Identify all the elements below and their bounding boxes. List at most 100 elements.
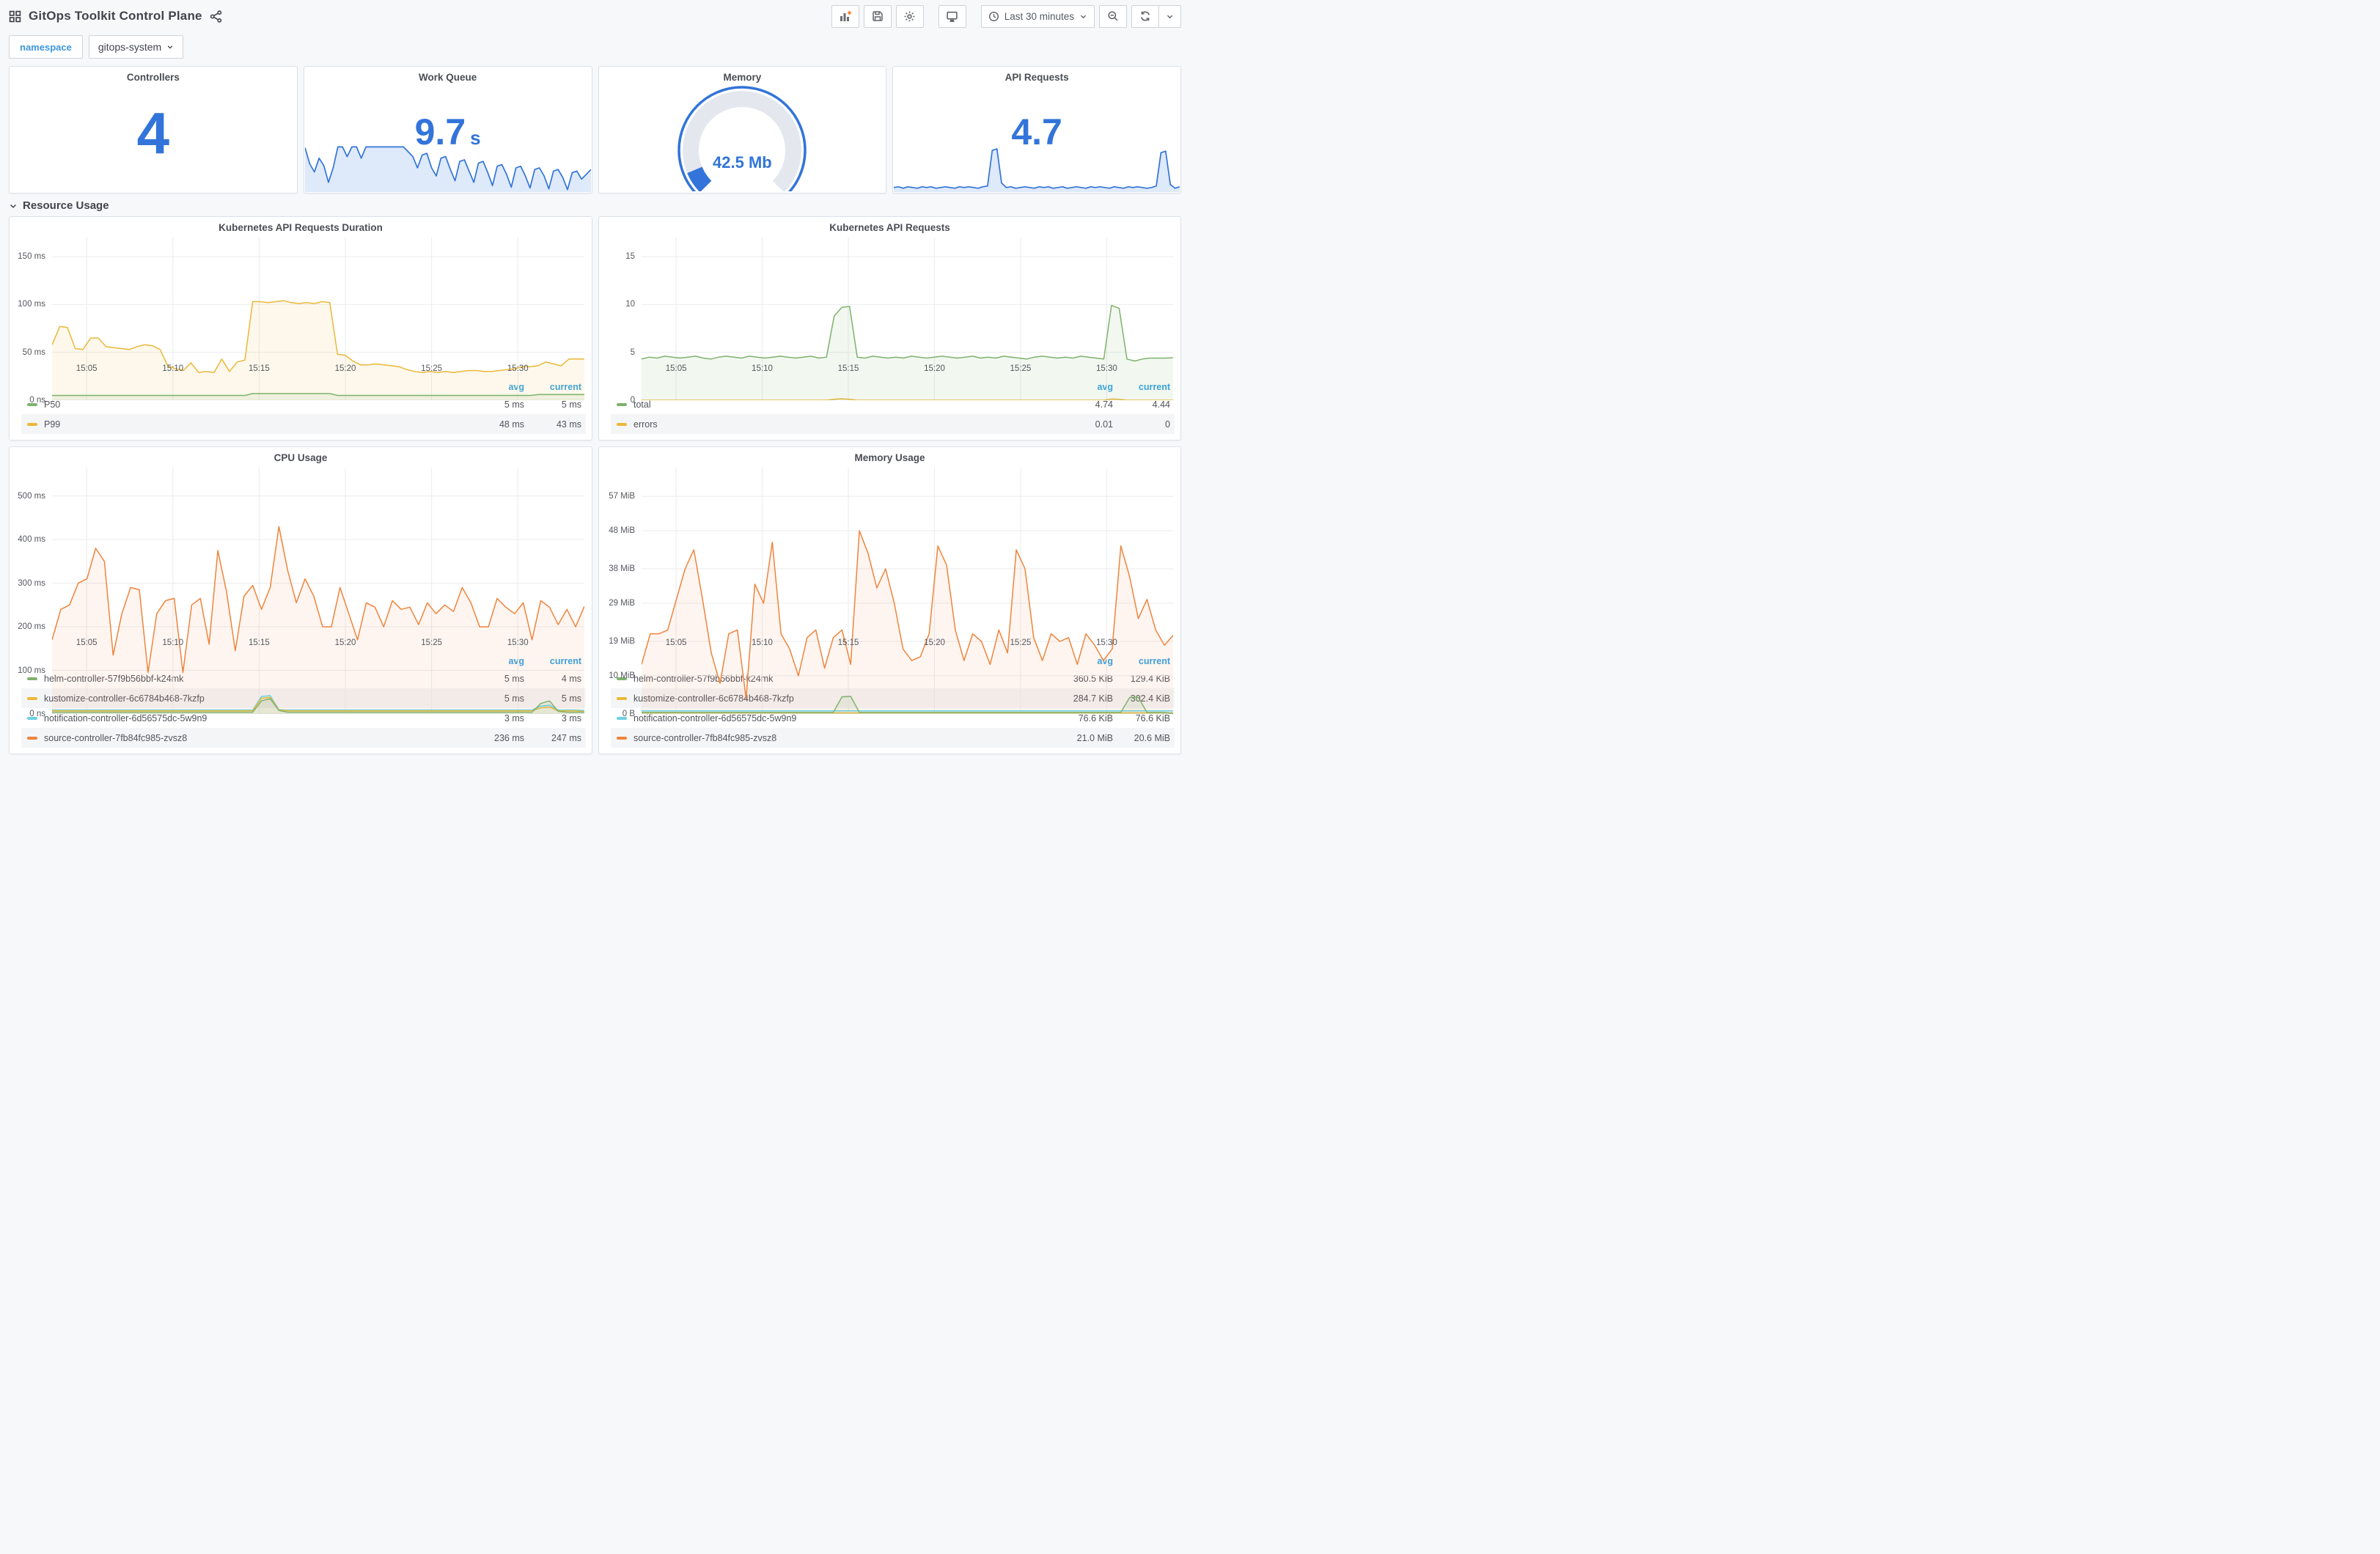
y-tick-label: 10 [625, 300, 635, 309]
y-tick-label: 10 MiB [609, 671, 635, 680]
legend-avg-value: 3 ms [504, 712, 524, 723]
api-requests-sparkline [894, 147, 1180, 192]
panel-title[interactable]: Work Queue [304, 67, 592, 83]
page-title: GitOps Toolkit Control Plane [29, 9, 202, 23]
y-axis: 500 ms 400 ms 300 ms 200 ms 100 ms 0 ns [10, 468, 52, 718]
charts-grid: Kubernetes API Requests Duration 150 ms 1… [0, 216, 1190, 760]
memory-gauge: 42.5 Mb [654, 83, 830, 191]
y-axis: 57 MiB 48 MiB 38 MiB 29 MiB 19 MiB 10 MiB 0 B [599, 468, 642, 718]
plot-area[interactable] [52, 237, 584, 400]
legend-series-name[interactable]: source-controller-7fb84fc985-zvsz8 [633, 733, 1047, 743]
tv-mode-button[interactable] [938, 4, 966, 28]
x-tick-label: 15:15 [837, 638, 859, 647]
clock-icon [988, 11, 999, 22]
chevron-down-icon [9, 202, 18, 210]
time-range-label: Last 30 minutes [1004, 10, 1074, 22]
x-axis: 15:05 15:10 15:15 15:20 15:25 15:30 [642, 362, 1173, 378]
legend-series-name[interactable]: P50 [44, 399, 458, 410]
panel-api-requests: API Requests 4.7 [892, 66, 1181, 194]
legend-current-value: 0 [1165, 419, 1170, 430]
y-axis: 150 ms 100 ms 50 ms 0 ns [10, 237, 52, 405]
plot-area[interactable] [642, 237, 1173, 400]
panel-memory: Memory 42.5 Mb [598, 66, 887, 194]
save-icon [872, 10, 884, 22]
row-title: Resource Usage [23, 199, 109, 212]
legend-series-name[interactable]: source-controller-7fb84fc985-zvsz8 [44, 733, 458, 743]
add-panel-button[interactable] [831, 4, 859, 28]
legend-avg-value: 0.01 [1095, 419, 1113, 430]
x-tick-label: 15:30 [507, 364, 529, 373]
apps-icon [9, 10, 21, 23]
x-tick-label: 15:05 [76, 638, 98, 647]
x-tick-label: 15:25 [421, 638, 443, 647]
variable-namespace-label[interactable]: namespace [9, 35, 83, 59]
y-tick-label: 0 ns [29, 396, 45, 405]
series-color-dash [27, 677, 37, 680]
legend-avg-value: 76.6 KiB [1078, 712, 1113, 723]
legend-row: errors 0.01 0 [611, 414, 1175, 434]
variable-namespace-value: gitops-system [98, 41, 162, 53]
y-tick-label: 5 [630, 347, 635, 357]
panel-memory-usage: Memory Usage 57 MiB 48 MiB 38 MiB 29 MiB 19 … [598, 446, 1181, 754]
time-range-picker[interactable]: Last 30 minutes [980, 4, 1095, 28]
y-tick-label: 19 MiB [609, 637, 635, 647]
legend-avg-value: 21.0 MiB [1076, 732, 1113, 743]
panel-title[interactable]: Kubernetes API Requests Duration [10, 217, 592, 233]
legend-series-name[interactable]: errors [633, 419, 1047, 430]
plot-area[interactable] [52, 468, 584, 714]
series-color-dash [617, 736, 627, 740]
dashboard-settings-button[interactable] [895, 4, 924, 28]
panel-title[interactable]: Memory Usage [599, 447, 1180, 463]
legend-series-name[interactable]: notification-controller-6d56575dc-5w9n9 [633, 713, 1047, 723]
series-color-dash [27, 422, 37, 426]
x-axis: 15:05 15:10 15:15 15:20 15:25 15:30 [52, 362, 584, 378]
legend-series-name[interactable]: P99 [44, 419, 458, 430]
panel-title[interactable]: API Requests [893, 67, 1180, 83]
share-icon[interactable] [210, 10, 222, 23]
monitor-icon [946, 10, 958, 23]
save-dashboard-button[interactable] [863, 4, 892, 28]
y-tick-label: 29 MiB [609, 598, 635, 608]
x-tick-label: 15:20 [924, 364, 945, 373]
y-tick-label: 500 ms [18, 491, 45, 501]
series-color-dash [27, 696, 37, 700]
controllers-value: 4 [136, 100, 170, 166]
zoom-out-button[interactable] [1099, 4, 1127, 28]
legend-current-value: 4.44 [1152, 399, 1170, 410]
x-tick-label: 15:30 [1095, 638, 1117, 647]
panel-title[interactable]: CPU Usage [10, 447, 592, 463]
x-tick-label: 15:10 [162, 364, 184, 373]
legend-series-name[interactable]: total [633, 399, 1047, 410]
plot-area[interactable] [642, 468, 1173, 714]
y-axis: 15 10 5 0 [599, 237, 642, 405]
variable-namespace-select[interactable]: gitops-system [88, 35, 184, 59]
x-tick-label: 15:05 [665, 364, 687, 373]
x-tick-label: 15:30 [1095, 364, 1117, 373]
legend-current-value: 20.6 MiB [1134, 732, 1170, 743]
x-tick-label: 15:25 [1010, 364, 1032, 373]
x-tick-label: 15:25 [421, 364, 443, 373]
x-tick-label: 15:30 [507, 638, 529, 647]
row-resource-usage[interactable]: Resource Usage [0, 194, 1190, 216]
legend-current-value: 3 ms [561, 712, 581, 723]
y-tick-label: 300 ms [18, 578, 45, 588]
legend-current-value: 76.6 KiB [1135, 712, 1170, 723]
stats-row: Controllers 4 Work Queue 9.7 s Memory 42.… [0, 66, 1190, 194]
panel-title[interactable]: Controllers [10, 67, 297, 83]
panel-title[interactable]: Memory [599, 67, 886, 83]
legend-avg-value: 4.74 [1095, 399, 1113, 410]
panel-title[interactable]: Kubernetes API Requests [599, 217, 1180, 233]
refresh-interval-button[interactable] [1159, 4, 1181, 28]
legend-current-value: 43 ms [556, 419, 581, 430]
y-tick-label: 38 MiB [609, 564, 635, 574]
dashboard-header: GitOps Toolkit Control Plane Last 30 min… [0, 0, 1190, 32]
legend-series-name[interactable]: notification-controller-6d56575dc-5w9n9 [44, 713, 458, 723]
legend-avg-value: 48 ms [499, 419, 524, 430]
memory-gauge-value: 42.5 Mb [713, 153, 772, 172]
x-tick-label: 15:20 [924, 638, 945, 647]
refresh-button[interactable] [1131, 4, 1159, 28]
y-tick-label: 100 ms [18, 300, 45, 309]
legend-row: source-controller-7fb84fc985-zvsz8 21.0 M… [611, 728, 1175, 748]
chevron-down-icon [166, 43, 174, 51]
x-tick-label: 15:15 [249, 638, 270, 647]
